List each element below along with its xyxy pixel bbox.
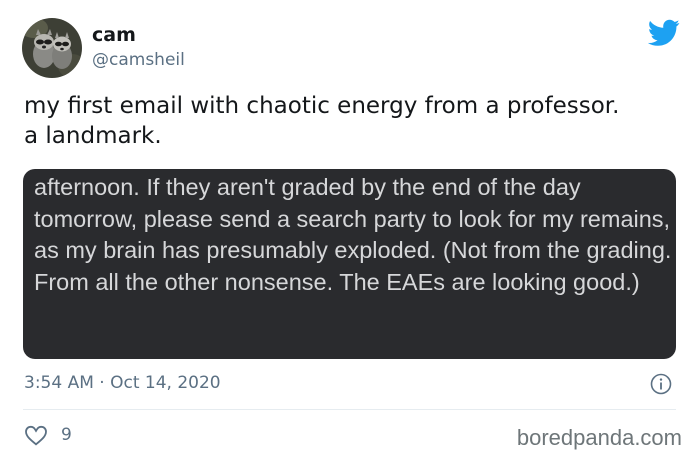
email-excerpt: afternoon. If they aren't graded by the … bbox=[34, 174, 672, 295]
raccoon-avatar-image bbox=[22, 18, 82, 78]
like-action[interactable]: 9 bbox=[24, 424, 72, 446]
avatar[interactable] bbox=[22, 18, 82, 78]
user-names: cam @camsheil bbox=[92, 18, 185, 73]
tweet-timestamp[interactable]: 3:54 AM · Oct 14, 2020 bbox=[24, 370, 221, 396]
watermark: boredpanda.com bbox=[516, 425, 682, 450]
tweet-text: my first email with chaotic energy from … bbox=[24, 93, 620, 149]
display-name[interactable]: cam bbox=[92, 23, 185, 47]
info-icon[interactable] bbox=[650, 373, 672, 395]
user-handle[interactable]: @camsheil bbox=[92, 47, 185, 73]
divider bbox=[23, 409, 676, 410]
like-count: 9 bbox=[61, 425, 72, 445]
tweet-media-image[interactable]: afternoon. If they aren't graded by the … bbox=[23, 169, 676, 359]
tweet-header: cam @camsheil bbox=[22, 18, 185, 78]
heart-icon[interactable] bbox=[24, 424, 48, 446]
twitter-bird-icon[interactable] bbox=[648, 19, 680, 47]
